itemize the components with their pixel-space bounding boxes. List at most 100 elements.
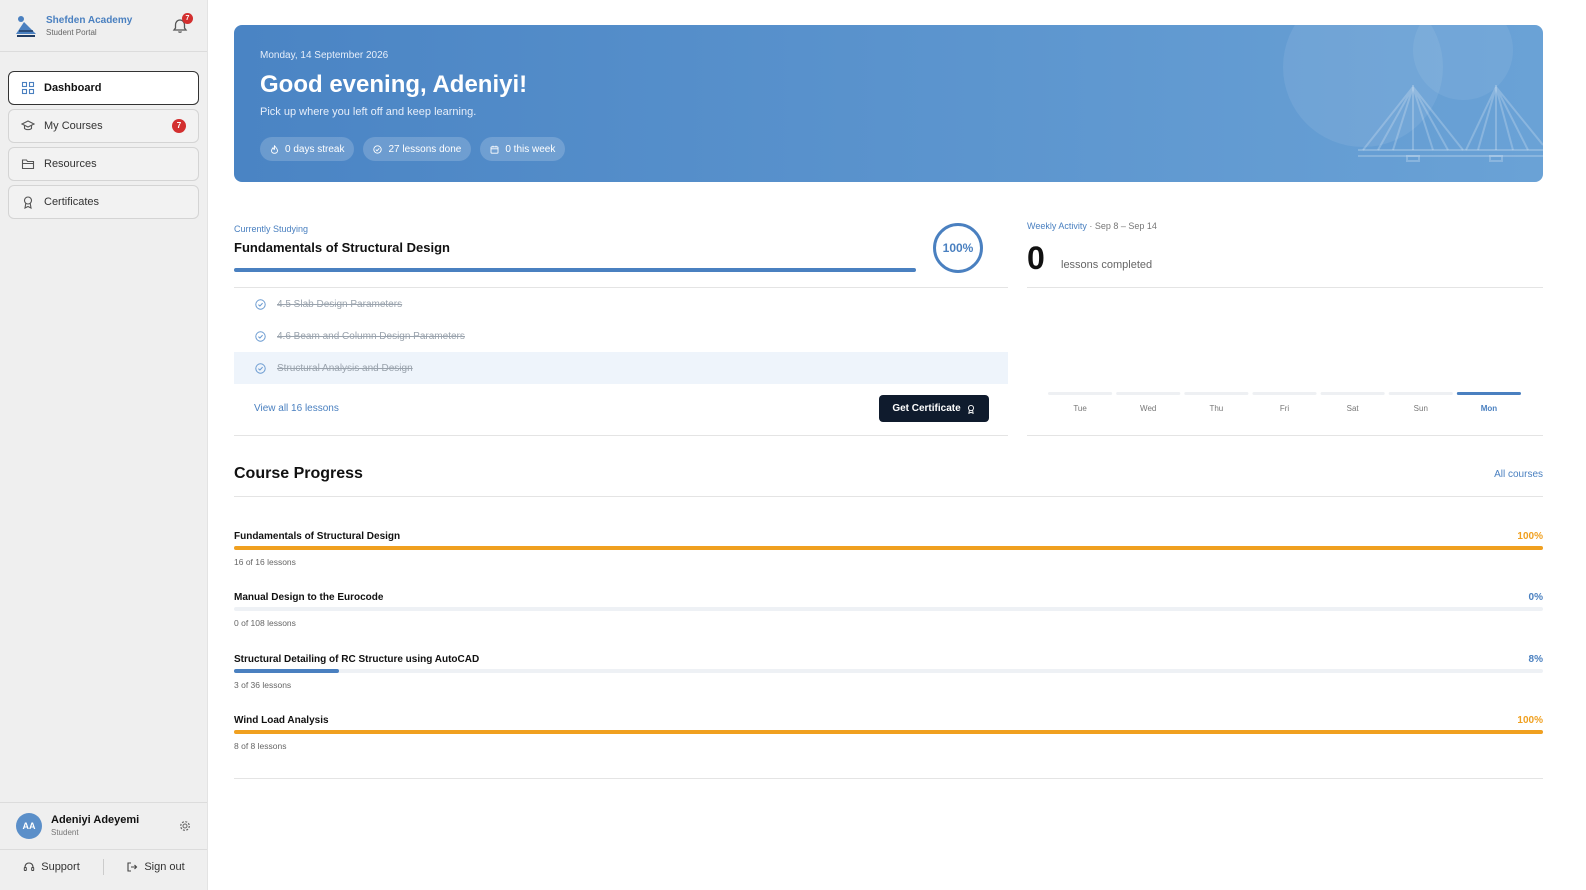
sign-out-button[interactable]: Sign out [104, 861, 207, 873]
lesson-item[interactable]: 4.6 Beam and Column Design Parameters [234, 320, 1008, 352]
lesson-title: 4.6 Beam and Column Design Parameters [277, 330, 465, 342]
course-percent: 0% [1528, 592, 1543, 603]
brand-name: Shefden Academy [46, 14, 133, 26]
sidebar-footer: Support Sign out [0, 849, 207, 883]
sidebar-nav: Dashboard My Courses 7 Resources Certifi… [0, 52, 207, 219]
sidebar-item-label: My Courses [44, 120, 103, 132]
sidebar-item-dashboard[interactable]: Dashboard [8, 71, 199, 105]
brand-logo-icon [16, 15, 36, 37]
course-progress-track [234, 607, 1543, 611]
course-progress-row[interactable]: Structural Detailing of RC Structure usi… [234, 654, 1543, 704]
day-bar-sat [1320, 392, 1385, 395]
notification-badge: 7 [182, 12, 193, 24]
calendar-icon [490, 145, 499, 154]
this-week-chip: 0 this week [480, 137, 566, 161]
day-label-fri: Fri [1280, 404, 1290, 413]
support-button[interactable]: Support [0, 861, 103, 873]
check-circle-icon [255, 298, 266, 310]
day-label-mon: Mon [1481, 404, 1498, 413]
section-divider [234, 778, 1543, 779]
currently-studying-label: Currently Studying [234, 224, 309, 234]
this-week-text: 0 this week [505, 143, 556, 155]
streak-chip: 0 days streak [260, 137, 355, 161]
welcome-banner: Monday, 14 September 2026 Good evening, … [234, 25, 1543, 182]
course-percent: 100% [1517, 531, 1543, 542]
course-progress-title: Course Progress [234, 465, 363, 482]
user-profile: AA Adeniyi Adeyemi Student [0, 802, 207, 848]
day-bar-thu [1184, 392, 1249, 395]
course-name: Fundamentals of Structural Design [234, 531, 401, 542]
course-progress-fill [234, 669, 339, 673]
sidebar-item-my-courses[interactable]: My Courses 7 [8, 109, 199, 143]
course-progress-track [234, 669, 1543, 673]
get-certificate-button[interactable]: Get Certificate [879, 395, 989, 422]
sidebar-item-resources[interactable]: Resources [8, 147, 199, 181]
check-circle-icon [255, 330, 266, 342]
day-label-wed: Wed [1140, 404, 1156, 413]
course-progress-row[interactable]: Wind Load Analysis 100% 8 of 8 lessons [234, 715, 1543, 765]
flame-icon [271, 144, 278, 154]
lesson-title: Structural Analysis and Design [277, 362, 413, 374]
view-all-lessons-link[interactable]: View all 16 lessons [254, 403, 339, 414]
progress-ring-label: 100% [943, 241, 974, 255]
lessons-done-chip: 27 lessons done [363, 137, 472, 161]
course-name: Structural Detailing of RC Structure usi… [234, 654, 480, 665]
current-course-progress-bar [234, 268, 916, 272]
sign-out-label: Sign out [144, 860, 185, 873]
greeting-subtitle: Pick up where you left off and keep lear… [260, 106, 477, 118]
course-name: Wind Load Analysis [234, 715, 329, 726]
stats-chips: 0 days streak 27 lessons done 0 this wee… [260, 137, 574, 161]
course-progress-row[interactable]: Manual Design to the Eurocode 0% 0 of 10… [234, 592, 1543, 642]
user-role: Student [51, 828, 79, 837]
lesson-title: 4.5 Slab Design Parameters [277, 298, 403, 310]
streak-text: 0 days streak [285, 143, 345, 155]
lesson-list: 4.5 Slab Design Parameters 4.6 Beam and … [234, 288, 1008, 384]
course-progress-row[interactable]: Fundamentals of Structural Design 100% 1… [234, 531, 1543, 581]
notifications-button[interactable]: 7 [171, 12, 193, 35]
currently-studying-panel: Currently Studying Fundamentals of Struc… [234, 218, 1008, 422]
day-label-sun: Sun [1414, 404, 1428, 413]
user-name: Adeniyi Adeyemi [51, 814, 140, 826]
day-bar-mon [1456, 392, 1521, 395]
award-icon [23, 196, 33, 209]
day-bar-tue [1048, 392, 1113, 395]
current-course-title[interactable]: Fundamentals of Structural Design [234, 240, 1008, 255]
brand-header: Shefden Academy Student Portal 7 [0, 0, 207, 52]
course-lesson-count: 0 of 108 lessons [234, 618, 296, 628]
day-bar-sun [1388, 392, 1453, 395]
day-label-thu: Thu [1209, 404, 1223, 413]
course-percent: 100% [1517, 715, 1543, 726]
all-courses-link[interactable]: All courses [1494, 469, 1543, 480]
current-date: Monday, 14 September 2026 [260, 50, 389, 61]
weekly-range: · Sep 8 – Sep 14 [1086, 221, 1157, 231]
sidebar-item-label: Resources [44, 158, 97, 170]
graduation-cap-icon [21, 120, 35, 131]
course-percent: 8% [1528, 654, 1543, 665]
weekly-activity-header: Weekly Activity · Sep 8 – Sep 14 [1027, 221, 1543, 231]
support-label: Support [41, 860, 80, 873]
course-progress-track [234, 546, 1543, 550]
sidebar-item-certificates[interactable]: Certificates [8, 185, 199, 219]
day-bar-wed [1116, 392, 1181, 395]
panel-divider [1027, 435, 1543, 436]
bridge-illustration [1283, 25, 1543, 162]
course-progress-fill [234, 546, 1543, 550]
lessons-done-text: 27 lessons done [388, 143, 462, 155]
course-lesson-count: 3 of 36 lessons [234, 680, 292, 690]
sidebar: Shefden Academy Student Portal 7 Dashboa… [0, 0, 208, 890]
section-divider [234, 496, 1543, 497]
gear-icon[interactable] [179, 820, 191, 832]
weekly-activity-panel: Weekly Activity · Sep 8 – Sep 14 0 lesso… [1027, 218, 1543, 436]
course-progress-fill [234, 730, 1543, 734]
sidebar-item-label: Certificates [44, 196, 100, 208]
check-circle-icon [373, 144, 383, 154]
sign-out-icon [127, 861, 138, 872]
avatar[interactable]: AA [16, 812, 42, 839]
weekly-activity-chart: Tue Wed Thu Fri Sat Sun Mon [1048, 392, 1521, 413]
panel-divider [1027, 287, 1543, 288]
course-progress-section: Course Progress All courses Fundamentals… [234, 465, 1543, 779]
lesson-item[interactable]: 4.5 Slab Design Parameters [234, 288, 1008, 320]
lesson-item[interactable]: Structural Analysis and Design [234, 352, 1008, 384]
weekly-count-label: lessons completed [1061, 259, 1153, 271]
weekly-activity-label: Weekly Activity [1027, 221, 1087, 231]
